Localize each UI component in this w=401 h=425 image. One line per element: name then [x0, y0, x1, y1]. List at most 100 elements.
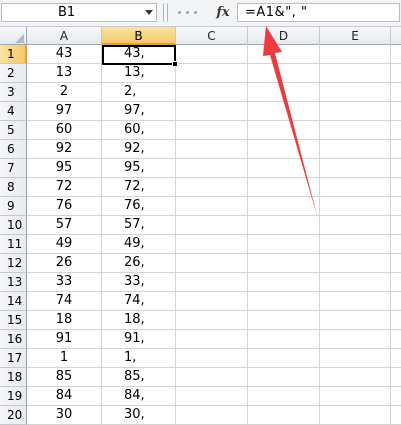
cell-b[interactable]: 30, [102, 406, 176, 425]
cell-c[interactable] [176, 330, 248, 349]
cell-e[interactable] [320, 311, 391, 330]
cell-b[interactable]: 13, [102, 64, 176, 83]
cell-d[interactable] [248, 406, 320, 425]
cell-a[interactable]: 33 [27, 273, 102, 292]
cell-e[interactable] [320, 216, 391, 235]
cell-f[interactable] [391, 368, 401, 387]
cell-a[interactable]: 95 [27, 159, 102, 178]
cell-f[interactable] [391, 406, 401, 425]
cell-b[interactable]: 18, [102, 311, 176, 330]
cell-a[interactable]: 74 [27, 292, 102, 311]
formula-bar-splitter-icon[interactable] [163, 3, 168, 22]
cell-f[interactable] [391, 273, 401, 292]
cell-b[interactable]: 95, [102, 159, 176, 178]
cell-e[interactable] [320, 197, 391, 216]
cell-f[interactable] [391, 254, 401, 273]
cell-d[interactable] [248, 140, 320, 159]
cell-a[interactable]: 85 [27, 368, 102, 387]
row-header[interactable]: 13 [0, 273, 27, 292]
row-header[interactable]: 15 [0, 311, 27, 330]
column-header-c[interactable]: C [176, 27, 248, 45]
cell-c[interactable] [176, 216, 248, 235]
row-header[interactable]: 7 [0, 159, 27, 178]
row-header[interactable]: 1 [0, 45, 27, 64]
cell-e[interactable] [320, 292, 391, 311]
name-box[interactable]: B1 [1, 3, 157, 22]
row-header[interactable]: 8 [0, 178, 27, 197]
row-header[interactable]: 14 [0, 292, 27, 311]
cell-b[interactable]: 91, [102, 330, 176, 349]
cell-c[interactable] [176, 311, 248, 330]
cell-a[interactable]: 84 [27, 387, 102, 406]
cell-b[interactable]: 57, [102, 216, 176, 235]
formula-input[interactable]: =A1&", " [237, 3, 400, 22]
row-header[interactable]: 9 [0, 197, 27, 216]
cell-a[interactable]: 72 [27, 178, 102, 197]
cell-a[interactable]: 1 [27, 349, 102, 368]
row-header[interactable]: 20 [0, 406, 27, 425]
cell-c[interactable] [176, 254, 248, 273]
column-header-f[interactable] [391, 27, 401, 45]
cell-b[interactable]: 49, [102, 235, 176, 254]
cell-c[interactable] [176, 273, 248, 292]
cell-c[interactable] [176, 178, 248, 197]
cell-f[interactable] [391, 235, 401, 254]
cell-e[interactable] [320, 45, 391, 64]
cell-f[interactable] [391, 102, 401, 121]
row-header[interactable]: 2 [0, 64, 27, 83]
cell-b[interactable]: 2, [102, 83, 176, 102]
row-header[interactable]: 19 [0, 387, 27, 406]
row-header[interactable]: 12 [0, 254, 27, 273]
cell-d[interactable] [248, 273, 320, 292]
cell-a[interactable]: 2 [27, 83, 102, 102]
cell-d[interactable] [248, 102, 320, 121]
cell-d[interactable] [248, 292, 320, 311]
column-header-e[interactable]: E [320, 27, 391, 45]
cell-c[interactable] [176, 349, 248, 368]
row-header[interactable]: 3 [0, 83, 27, 102]
cell-b[interactable]: 85, [102, 368, 176, 387]
column-header-b[interactable]: B [102, 27, 176, 45]
cell-c[interactable] [176, 159, 248, 178]
cell-d[interactable] [248, 121, 320, 140]
cell-b[interactable]: 76, [102, 197, 176, 216]
cell-f[interactable] [391, 140, 401, 159]
cell-e[interactable] [320, 83, 391, 102]
cell-e[interactable] [320, 387, 391, 406]
cell-e[interactable] [320, 330, 391, 349]
cell-a[interactable]: 18 [27, 311, 102, 330]
cell-d[interactable] [248, 330, 320, 349]
cell-d[interactable] [248, 83, 320, 102]
formula-bar-grip-icon[interactable] [172, 3, 210, 22]
cell-f[interactable] [391, 83, 401, 102]
row-header[interactable]: 17 [0, 349, 27, 368]
cell-a[interactable]: 26 [27, 254, 102, 273]
cell-b[interactable]: 60, [102, 121, 176, 140]
cell-d[interactable] [248, 64, 320, 83]
cell-a[interactable]: 30 [27, 406, 102, 425]
cell-b[interactable]: 1, [102, 349, 176, 368]
cell-f[interactable] [391, 45, 401, 64]
cell-e[interactable] [320, 121, 391, 140]
cell-a[interactable]: 92 [27, 140, 102, 159]
cell-c[interactable] [176, 140, 248, 159]
cell-a[interactable]: 76 [27, 197, 102, 216]
cell-f[interactable] [391, 349, 401, 368]
cell-f[interactable] [391, 387, 401, 406]
cell-c[interactable] [176, 368, 248, 387]
cell-b[interactable]: 33, [102, 273, 176, 292]
cell-d[interactable] [248, 254, 320, 273]
chevron-down-icon[interactable] [145, 10, 153, 15]
cell-f[interactable] [391, 178, 401, 197]
fill-handle[interactable] [172, 61, 178, 67]
cell-f[interactable] [391, 311, 401, 330]
cell-e[interactable] [320, 235, 391, 254]
cell-f[interactable] [391, 197, 401, 216]
cell-d[interactable] [248, 387, 320, 406]
column-header-a[interactable]: A [27, 27, 102, 45]
cell-d[interactable] [248, 159, 320, 178]
cell-e[interactable] [320, 102, 391, 121]
cell-c[interactable] [176, 406, 248, 425]
cell-e[interactable] [320, 140, 391, 159]
cell-d[interactable] [248, 45, 320, 64]
